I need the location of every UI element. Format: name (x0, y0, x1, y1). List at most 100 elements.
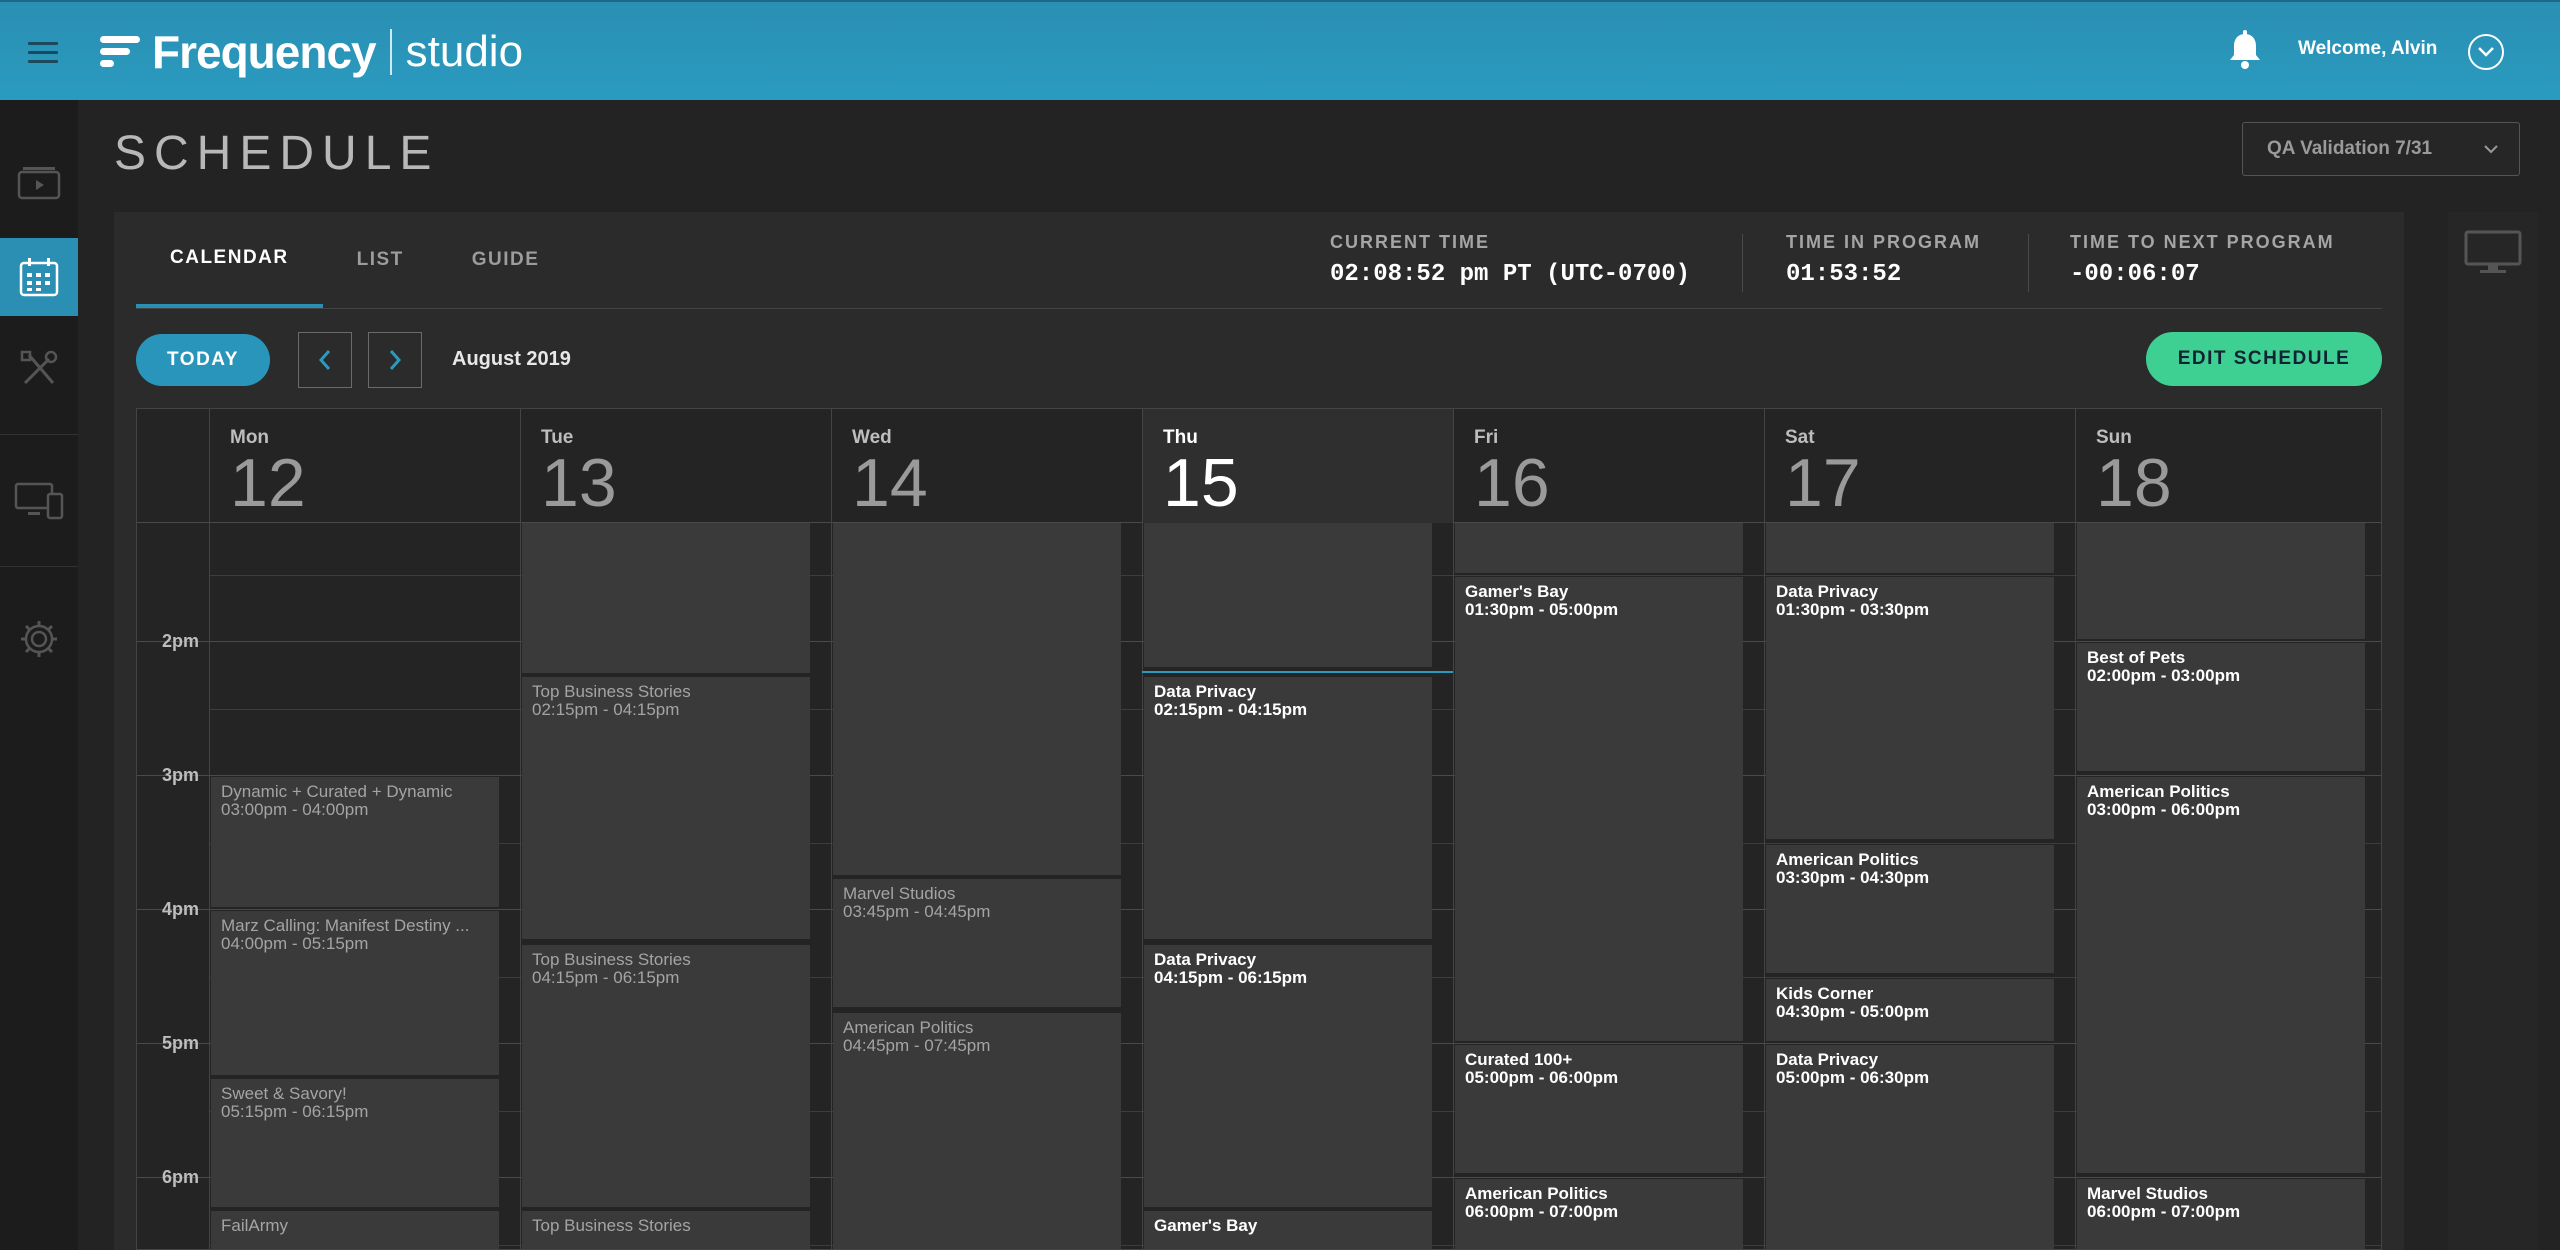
sidebar-item-devices[interactable] (0, 462, 78, 540)
event-time: 04:00pm - 05:15pm (221, 935, 369, 953)
schedule-event[interactable]: American Politics 03:30pm - 04:30pm (1766, 845, 2054, 973)
schedule-event[interactable]: American Politics 03:00pm - 06:00pm (2077, 777, 2365, 1173)
schedule-event[interactable]: Top Business Stories 02:15pm - 04:15pm (522, 677, 810, 939)
schedule-event[interactable]: Marvel Studios 06:00pm - 07:00pm (2077, 1179, 2365, 1249)
event-time: 01:30pm - 03:30pm (1776, 601, 1930, 619)
sidebar-divider (0, 566, 78, 567)
event-title: Dynamic + Curated + Dynamic (221, 783, 453, 801)
event-title: American Politics (843, 1019, 974, 1037)
schedule-event[interactable]: Best of Pets 02:00pm - 03:00pm (2077, 643, 2365, 771)
current-time-value: 02:08:52 pm PT (UTC-0700) (1330, 261, 1691, 288)
schedule-event[interactable]: Data Privacy 01:30pm - 03:30pm (1766, 577, 2054, 839)
channel-select[interactable]: QA Validation 7/31 (2242, 122, 2520, 176)
column-divider (1453, 523, 1454, 1249)
time-label: 4pm (161, 899, 199, 919)
schedule-event[interactable] (2077, 523, 2365, 639)
sidebar-item-schedule[interactable] (0, 238, 78, 316)
event-time: 06:00pm - 07:00pm (1465, 1203, 1619, 1221)
monitor-icon[interactable] (2464, 230, 2522, 276)
day-number: 14 (852, 445, 928, 521)
schedule-event[interactable]: Curated 100+ 05:00pm - 06:00pm (1455, 1045, 1743, 1173)
schedule-event[interactable]: Kids Corner 04:30pm - 05:00pm (1766, 979, 2054, 1041)
column-divider (1142, 523, 1143, 1249)
event-time: 04:30pm - 05:00pm (1776, 1003, 1930, 1021)
channel-select-value: QA Validation 7/31 (2267, 138, 2433, 159)
schedule-event[interactable]: American Politics 06:00pm - 07:00pm (1455, 1179, 1743, 1249)
schedule-event[interactable] (1766, 523, 2054, 573)
current-time-label: CURRENT TIME (1330, 232, 1490, 252)
tab-guide[interactable]: GUIDE (438, 212, 574, 308)
day-header-tue[interactable]: Tue 13 (520, 409, 831, 523)
time-grid: 2pm 3pm 4pm 5pm 6pm Dynamic + Curated + … (137, 523, 2381, 1249)
day-header-mon[interactable]: Mon 12 (209, 409, 520, 523)
schedule-event[interactable]: American Politics 04:45pm - 07:45pm (833, 1013, 1121, 1249)
schedule-event[interactable] (1144, 523, 1432, 667)
sidebar-item-media[interactable] (0, 144, 78, 222)
time-label: 3pm (161, 765, 199, 785)
event-title: Gamer's Bay (1154, 1217, 1258, 1235)
event-time: 04:15pm - 06:15pm (1154, 969, 1308, 987)
tools-icon (20, 350, 58, 385)
schedule-event[interactable] (833, 523, 1121, 875)
next-week-button[interactable] (368, 332, 422, 388)
time-to-next-label: TIME TO NEXT PROGRAM (2070, 232, 2335, 252)
schedule-event[interactable] (522, 523, 810, 673)
calendar-header: Mon 12 Tue 13 Wed 14 Thu 15 Fri 16 Sat 1… (137, 409, 2381, 523)
schedule-event[interactable]: FailArmy (211, 1211, 499, 1249)
schedule-event[interactable]: Marz Calling: Manifest Destiny ... 04:00… (211, 911, 499, 1075)
welcome-text: Welcome, Alvin (2298, 38, 2438, 59)
column-divider (520, 523, 521, 1249)
day-header-wed[interactable]: Wed 14 (831, 409, 1142, 523)
chevron-right-icon (389, 350, 402, 370)
event-title: American Politics (2087, 783, 2230, 801)
top-bar: Frequency studio Welcome, Alvin (0, 0, 2560, 100)
user-menu-button[interactable] (2468, 34, 2504, 70)
schedule-event[interactable]: Top Business Stories (522, 1211, 810, 1249)
schedule-event[interactable]: Data Privacy 05:00pm - 06:30pm (1766, 1045, 2054, 1249)
event-time: 02:15pm - 04:15pm (1154, 701, 1308, 719)
schedule-event[interactable]: Top Business Stories 04:15pm - 06:15pm (522, 945, 810, 1207)
day-header-sun[interactable]: Sun 18 (2075, 409, 2381, 523)
event-title: Top Business Stories (532, 1217, 691, 1235)
event-title: Marvel Studios (2087, 1185, 2208, 1203)
sidebar-item-settings[interactable] (0, 600, 78, 678)
schedule-event[interactable] (1455, 523, 1743, 573)
schedule-event[interactable]: Gamer's Bay 01:30pm - 05:00pm (1455, 577, 1743, 1041)
schedule-event[interactable]: Data Privacy 04:15pm - 06:15pm (1144, 945, 1432, 1207)
event-title: Data Privacy (1776, 583, 1879, 601)
edit-schedule-button[interactable]: EDIT SCHEDULE (2146, 332, 2382, 386)
schedule-event[interactable]: Sweet & Savory! 05:15pm - 06:15pm (211, 1079, 499, 1207)
bell-icon[interactable] (2228, 30, 2262, 70)
menu-icon[interactable] (28, 42, 58, 64)
day-header-thu[interactable]: Thu 15 (1142, 409, 1453, 523)
event-time: 02:00pm - 03:00pm (2087, 667, 2241, 685)
today-button[interactable]: TODAY (136, 334, 270, 386)
time-to-next-stat: TIME TO NEXT PROGRAM -00:06:07 (2070, 232, 2335, 288)
event-time: 03:00pm - 06:00pm (2087, 801, 2241, 819)
sidebar-item-tools[interactable] (0, 330, 78, 408)
schedule-event[interactable]: Data Privacy 02:15pm - 04:15pm (1144, 677, 1432, 939)
schedule-event[interactable]: Dynamic + Curated + Dynamic 03:00pm - 04… (211, 777, 499, 907)
event-time: 01:30pm - 05:00pm (1465, 601, 1619, 619)
day-header-fri[interactable]: Fri 16 (1453, 409, 1764, 523)
time-in-program-stat: TIME IN PROGRAM 01:53:52 (1786, 232, 1981, 288)
event-title: Gamer's Bay (1465, 583, 1569, 601)
tab-list[interactable]: LIST (323, 212, 438, 308)
logo[interactable]: Frequency studio (100, 26, 523, 78)
day-header-sat[interactable]: Sat 17 (1764, 409, 2075, 523)
prev-week-button[interactable] (298, 332, 352, 388)
schedule-event[interactable]: Marvel Studios 03:45pm - 04:45pm (833, 879, 1121, 1007)
sidebar (0, 100, 78, 1250)
event-time: 06:00pm - 07:00pm (2087, 1203, 2241, 1221)
schedule-event[interactable]: Gamer's Bay (1144, 1211, 1432, 1249)
time-in-program-label: TIME IN PROGRAM (1786, 232, 1981, 252)
event-time: 04:15pm - 06:15pm (532, 969, 680, 987)
event-title: Marvel Studios (843, 885, 956, 903)
devices-icon (14, 482, 64, 520)
current-time-stat: CURRENT TIME 02:08:52 pm PT (UTC-0700) (1330, 232, 1690, 288)
tab-calendar[interactable]: CALENDAR (136, 212, 323, 308)
event-title: Data Privacy (1154, 683, 1257, 701)
logo-divider (389, 29, 392, 75)
event-title: American Politics (1776, 851, 1919, 869)
media-icon (17, 167, 61, 200)
